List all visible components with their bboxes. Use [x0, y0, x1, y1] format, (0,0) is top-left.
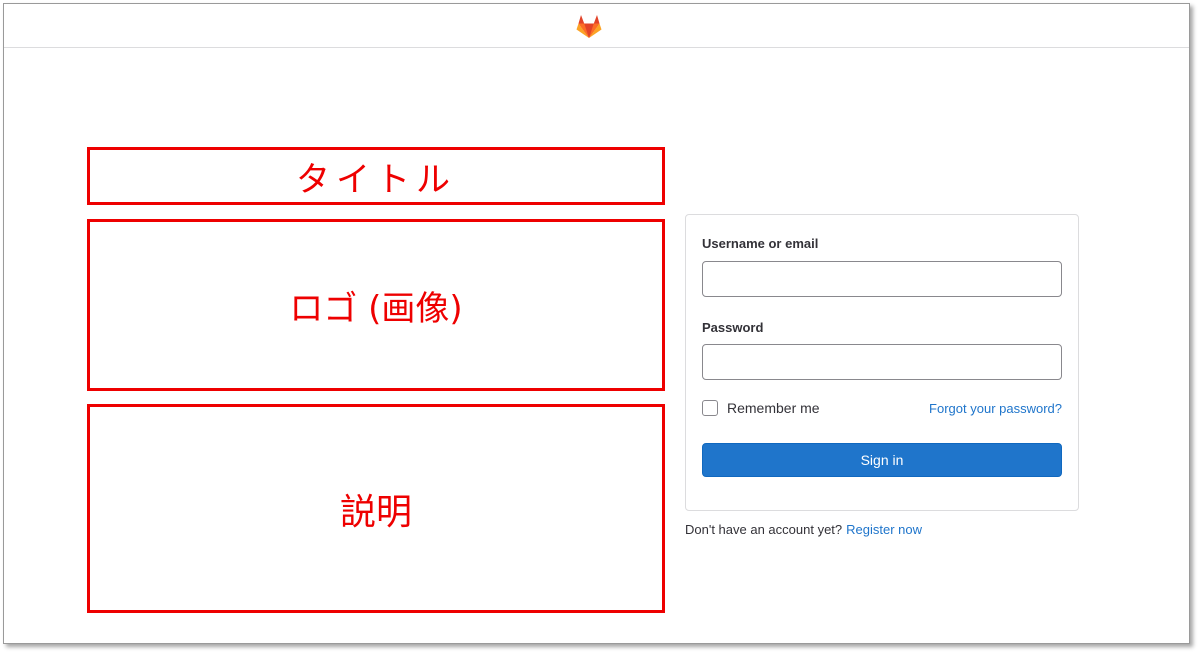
logo-placeholder: ロゴ (画像) [87, 219, 665, 391]
username-input[interactable] [702, 261, 1062, 297]
password-label: Password [702, 320, 764, 335]
register-now-link[interactable]: Register now [846, 522, 922, 537]
remember-me-label[interactable]: Remember me [727, 400, 820, 416]
sign-in-button[interactable]: Sign in [702, 443, 1062, 477]
description-placeholder-label: 説明 [339, 491, 412, 533]
title-placeholder-label: タイトル [296, 159, 456, 200]
remember-me-checkbox[interactable] [702, 400, 718, 416]
top-bar [4, 4, 1189, 48]
register-prompt: Don't have an account yet? Register now [685, 522, 922, 537]
logo-placeholder-label: ロゴ (画像) [289, 288, 463, 329]
forgot-password-link[interactable]: Forgot your password? [929, 401, 1062, 416]
description-placeholder: 説明 [87, 404, 665, 613]
password-input[interactable] [702, 344, 1062, 380]
sign-in-form: Username or email Password Remember me F… [685, 214, 1079, 511]
title-placeholder: タイトル [87, 147, 665, 205]
username-label: Username or email [702, 236, 819, 251]
gitlab-tanuki-icon[interactable] [575, 13, 603, 39]
register-prompt-text: Don't have an account yet? [685, 522, 843, 537]
remember-me[interactable]: Remember me [702, 400, 820, 416]
